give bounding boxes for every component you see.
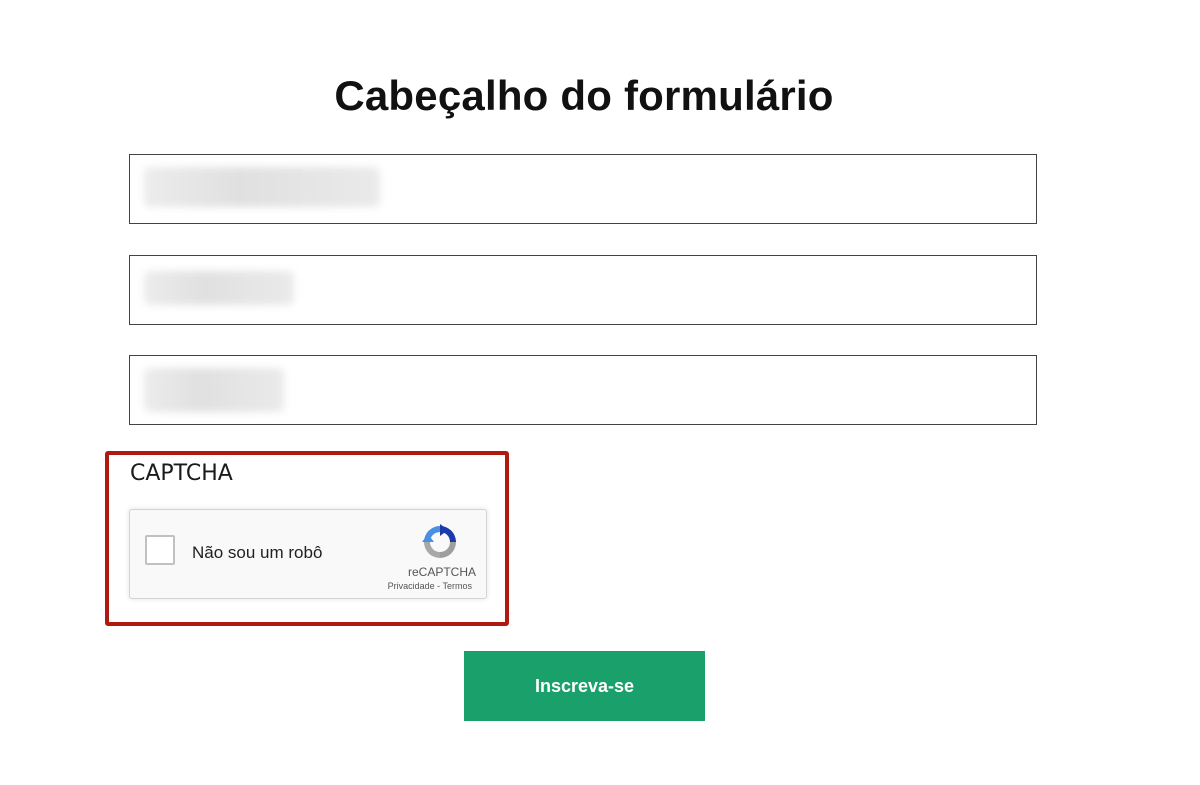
recaptcha-logo-icon (422, 524, 456, 558)
recaptcha-links: Privacidade - Termos (360, 581, 472, 591)
recaptcha-widget: Não sou um robô reCAPTCHA Privacidade - … (129, 509, 487, 599)
recaptcha-brand: reCAPTCHA (407, 565, 476, 579)
form-title: Cabeçalho do formulário (334, 72, 834, 119)
recaptcha-checkbox[interactable] (145, 535, 175, 565)
terms-link[interactable]: Termos (442, 581, 472, 591)
recaptcha-checkbox-label: Não sou um robô (192, 543, 323, 562)
privacy-link[interactable]: Privacidade (388, 581, 435, 591)
captcha-label: CAPTCHA (130, 461, 233, 486)
submit-button[interactable]: Inscreva-se (464, 651, 705, 721)
redacted-value (144, 368, 284, 412)
redacted-value (144, 167, 380, 207)
form-field-2[interactable] (129, 255, 1040, 326)
form-field-3[interactable] (129, 355, 1040, 426)
form-field-1[interactable] (129, 154, 1040, 225)
redacted-value (144, 271, 294, 305)
